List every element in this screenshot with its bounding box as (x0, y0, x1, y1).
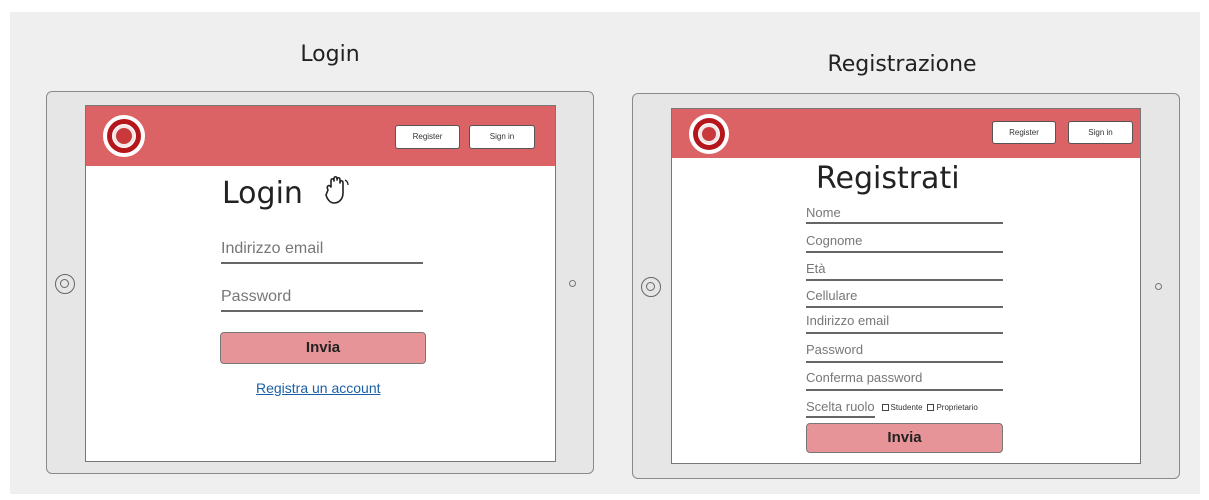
login-section-title: Login (300, 42, 360, 67)
tablet-home-button[interactable] (641, 277, 661, 297)
wireframe-canvas: Login Register Sign in Login Indirizzo e… (10, 12, 1200, 494)
login-submit-button[interactable]: Invia (220, 332, 426, 364)
tablet-camera-icon (569, 280, 576, 287)
email-input[interactable]: Indirizzo email (221, 240, 423, 264)
register-account-link[interactable]: Registra un account (256, 380, 381, 396)
hand-wave-icon (322, 174, 352, 211)
register-button[interactable]: Register (395, 125, 460, 149)
password-input[interactable]: Password (806, 342, 1003, 363)
role-label: Scelta ruolo (806, 399, 875, 418)
registration-section-title: Registrazione (827, 52, 977, 77)
university-seal-logo[interactable] (103, 115, 145, 157)
registration-screen: Register Sign in Registrati Nome Cognome… (671, 108, 1141, 464)
email-input[interactable]: Indirizzo email (806, 313, 1003, 334)
tablet-home-button[interactable] (55, 274, 75, 294)
registration-submit-button[interactable]: Invia (806, 423, 1003, 453)
login-header-bar: Register Sign in (86, 106, 555, 166)
sign-in-button[interactable]: Sign in (1068, 121, 1133, 144)
owner-label: Proprietario (936, 402, 978, 412)
phone-input[interactable]: Cellulare (806, 288, 1003, 308)
student-checkbox[interactable]: Studente (881, 402, 923, 412)
register-button[interactable]: Register (992, 121, 1056, 144)
registration-header-bar: Register Sign in (672, 109, 1140, 158)
password-input[interactable]: Password (221, 288, 423, 312)
registration-heading: Registrati (816, 161, 960, 196)
university-seal-logo[interactable] (689, 114, 729, 154)
confirm-password-input[interactable]: Conferma password (806, 370, 1003, 391)
login-tablet-frame: Register Sign in Login Indirizzo email P… (46, 91, 594, 474)
surname-input[interactable]: Cognome (806, 233, 1003, 253)
owner-checkbox[interactable]: Proprietario (927, 402, 978, 412)
name-input[interactable]: Nome (806, 205, 1003, 224)
tablet-camera-icon (1155, 283, 1162, 290)
age-input[interactable]: Età (806, 261, 1003, 281)
role-selection-row: Scelta ruolo Studente Proprietario (806, 398, 978, 418)
registration-tablet-frame: Register Sign in Registrati Nome Cognome… (632, 93, 1180, 479)
sign-in-button[interactable]: Sign in (469, 125, 535, 149)
login-heading: Login (222, 176, 303, 211)
login-screen: Register Sign in Login Indirizzo email P… (85, 105, 556, 462)
student-label: Studente (890, 402, 923, 412)
